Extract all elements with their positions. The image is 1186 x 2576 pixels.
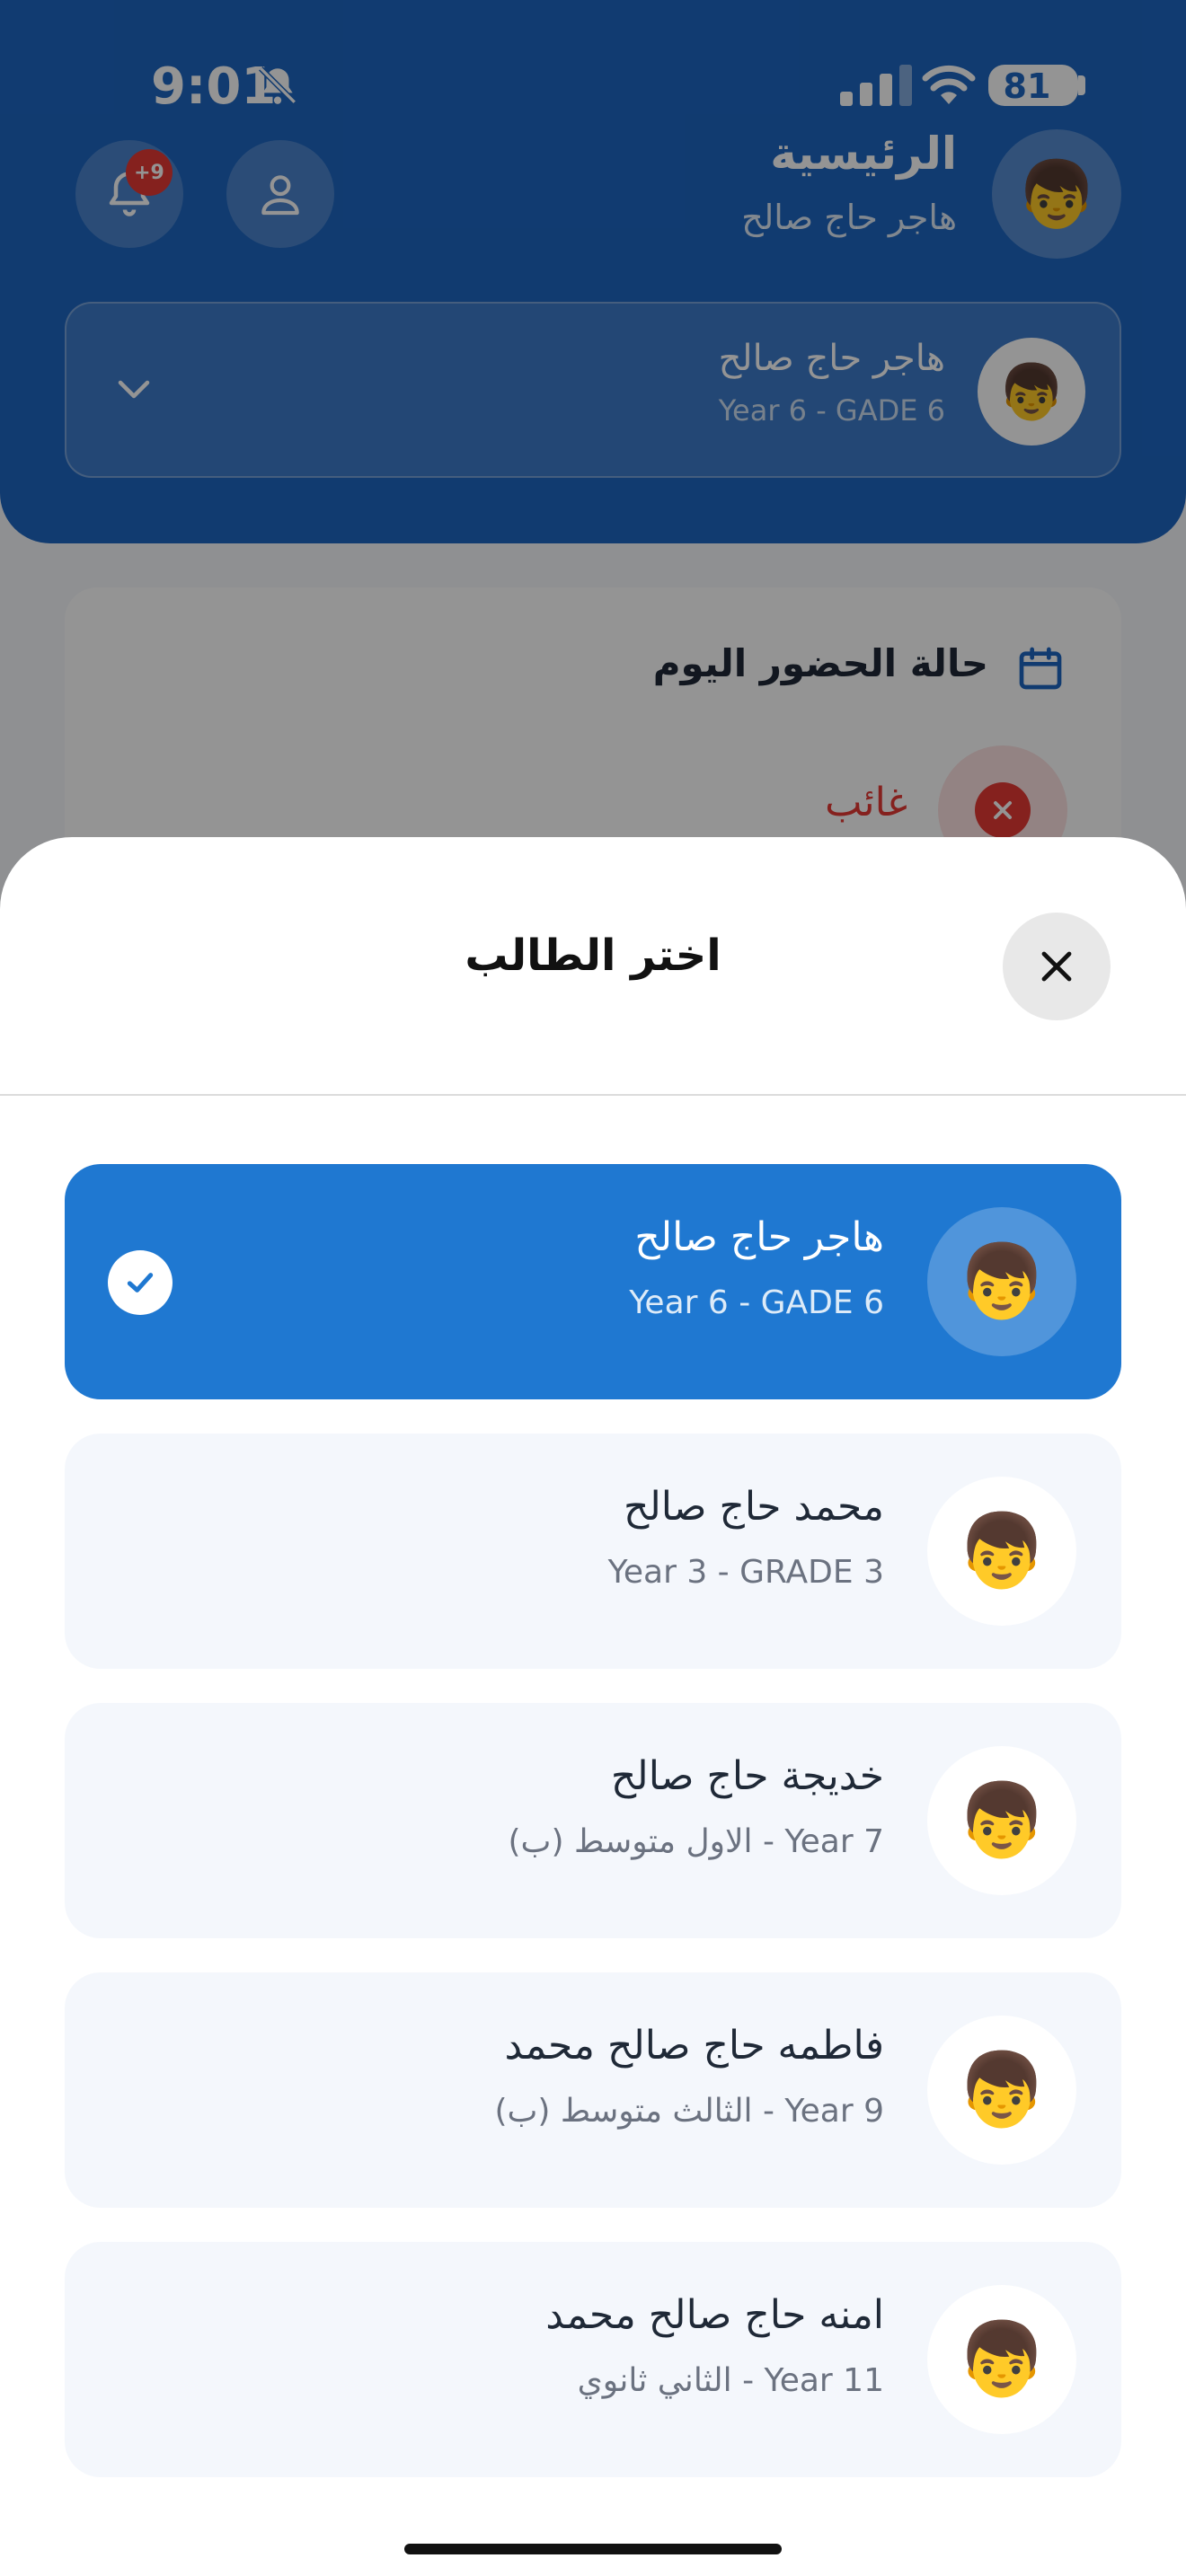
student-grade: Year 7 - الاول متوسط (ب)	[508, 1823, 884, 1860]
student-avatar: 👦	[927, 2285, 1076, 2434]
student-card[interactable]: 👦 خديجة حاج صالح Year 7 - الاول متوسط (ب…	[65, 1703, 1121, 1938]
student-card[interactable]: 👦 محمد حاج صالح Year 3 - GRADE 3	[65, 1434, 1121, 1669]
student-name: هاجر حاج صالح	[634, 1214, 884, 1260]
student-name: خديجة حاج صالح	[610, 1753, 884, 1799]
student-grade: Year 9 - الثالث متوسط (ب)	[494, 2093, 884, 2130]
student-avatar: 👦	[927, 2016, 1076, 2165]
close-icon	[1041, 951, 1072, 982]
student-grade: Year 11 - الثاني ثانوي	[577, 2362, 884, 2399]
student-avatar: 👦	[927, 1207, 1076, 1356]
student-card[interactable]: 👦 فاطمه حاج صالح محمد Year 9 - الثالث مت…	[65, 1972, 1121, 2208]
close-button[interactable]	[1003, 913, 1111, 1020]
student-name: فاطمه حاج صالح محمد	[504, 2023, 884, 2069]
student-grade: Year 3 - GRADE 3	[607, 1554, 884, 1591]
student-grade: Year 6 - GADE 6	[629, 1284, 884, 1321]
student-card[interactable]: 👦 امنه حاج صالح محمد Year 11 - الثاني ثا…	[65, 2242, 1121, 2477]
sheet-divider	[0, 1094, 1186, 1096]
student-avatar: 👦	[927, 1746, 1076, 1895]
student-avatar: 👦	[927, 1477, 1076, 1626]
check-icon	[108, 1250, 173, 1315]
student-card-selected[interactable]: 👦 هاجر حاج صالح Year 6 - GADE 6	[65, 1164, 1121, 1399]
student-name: محمد حاج صالح	[623, 1484, 884, 1530]
student-name: امنه حاج صالح محمد	[545, 2292, 884, 2338]
home-indicator	[404, 2544, 782, 2554]
